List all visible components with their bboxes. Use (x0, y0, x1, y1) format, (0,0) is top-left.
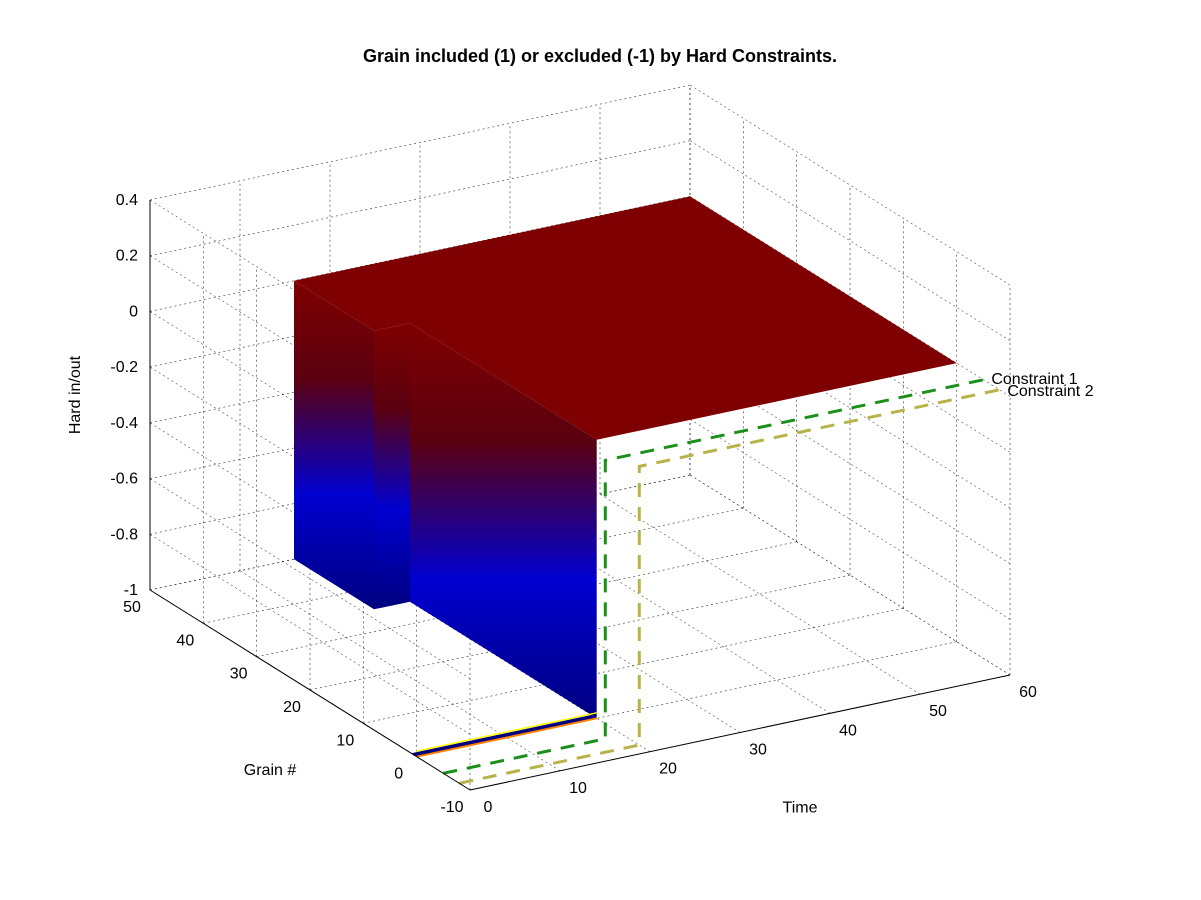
y-tick: 20 (283, 699, 301, 716)
y-tick: 10 (336, 732, 354, 749)
legend: Constraint 1 Constraint 2 (991, 371, 1093, 400)
x-tick: 30 (749, 742, 767, 759)
x-tick: 20 (659, 761, 677, 778)
x-axis-label: Time (783, 800, 818, 817)
y-tick: 30 (230, 666, 248, 683)
chart-title: Grain included (1) or excluded (-1) by H… (363, 46, 837, 66)
z-tick: -0.8 (110, 526, 138, 543)
x-tick: 50 (929, 703, 947, 720)
z-tick: 0.4 (116, 192, 138, 209)
y-tick: 50 (123, 599, 141, 616)
z-tick: -0.4 (110, 415, 138, 432)
y-tick: 40 (176, 632, 194, 649)
surface-plot-3d: Grain included (1) or excluded (-1) by H… (0, 0, 1201, 900)
y-tick: -10 (440, 799, 463, 816)
z-tick: -1 (124, 582, 138, 599)
legend-entry-2: Constraint 2 (1007, 383, 1093, 400)
z-tick: -0.6 (110, 471, 138, 488)
z-tick: -0.2 (110, 359, 138, 376)
x-tick: 0 (484, 799, 493, 816)
y-axis-label: Grain # (244, 762, 297, 779)
z-tick: 0.2 (116, 248, 138, 265)
x-tick: 60 (1019, 684, 1037, 701)
x-tick: 40 (839, 722, 857, 739)
surface (294, 196, 957, 756)
z-tick: 0 (129, 303, 138, 320)
y-tick: 0 (394, 766, 403, 783)
x-tick: 10 (569, 780, 587, 797)
z-axis-label: Hard in/out (67, 355, 84, 434)
